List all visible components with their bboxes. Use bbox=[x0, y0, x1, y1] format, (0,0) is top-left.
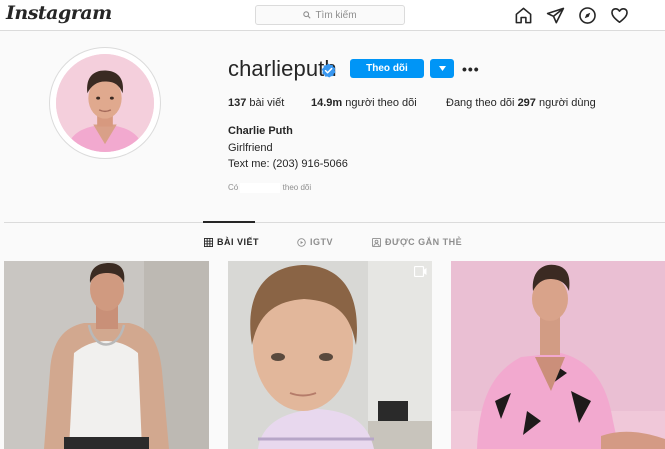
verified-badge-icon bbox=[321, 63, 336, 78]
followed-by-suffix: theo dõi bbox=[280, 183, 312, 193]
following-label: người dùng bbox=[535, 97, 596, 109]
tab-igtv[interactable]: IGTV bbox=[297, 237, 333, 247]
instagram-logo[interactable]: Instagram bbox=[6, 2, 112, 24]
post-thumbnail[interactable] bbox=[451, 261, 665, 449]
avatar-photo bbox=[56, 54, 154, 152]
chevron-down-icon bbox=[438, 66, 446, 71]
tab-tagged[interactable]: ĐƯỢC GẮN THẺ bbox=[372, 237, 462, 247]
profile-avatar[interactable] bbox=[49, 47, 161, 159]
igtv-icon bbox=[297, 237, 306, 247]
followed-by-prefix: Có bbox=[228, 183, 241, 193]
more-options-icon[interactable]: ••• bbox=[462, 61, 480, 77]
tagged-icon bbox=[372, 237, 381, 247]
following-prefix: Đang theo dõi bbox=[446, 97, 518, 109]
tab-posts-label: BÀI VIẾT bbox=[217, 237, 260, 247]
search-placeholder: Tìm kiếm bbox=[315, 9, 357, 21]
post-thumbnail[interactable] bbox=[4, 261, 209, 449]
followed-by-text[interactable]: Có theo dõi bbox=[228, 183, 311, 193]
follow-button[interactable]: Theo dõi bbox=[350, 59, 424, 78]
explore-compass-icon[interactable] bbox=[578, 6, 597, 25]
post-image bbox=[4, 261, 209, 449]
post-image bbox=[451, 261, 665, 449]
active-tab-indicator bbox=[203, 221, 255, 223]
following-stat[interactable]: Đang theo dõi 297 người dùng bbox=[446, 97, 596, 109]
direct-message-icon[interactable] bbox=[546, 6, 565, 25]
home-icon[interactable] bbox=[514, 6, 533, 25]
video-camera-icon bbox=[414, 266, 427, 277]
activity-heart-icon[interactable] bbox=[610, 6, 629, 25]
grid-icon bbox=[204, 237, 213, 247]
suggested-accounts-dropdown-button[interactable] bbox=[430, 59, 454, 78]
posts-count: 137 bbox=[228, 97, 247, 109]
search-icon bbox=[303, 11, 312, 19]
followers-count: 14.9m bbox=[311, 97, 343, 109]
posts-label: bài viết bbox=[246, 97, 285, 109]
followers-label: người theo dõi bbox=[342, 97, 417, 109]
top-navigation-bar: Instagram Tìm kiếm bbox=[0, 0, 665, 31]
posts-stat[interactable]: 137 bài viết bbox=[228, 97, 284, 109]
tab-tagged-label: ĐƯỢC GẮN THẺ bbox=[385, 237, 463, 247]
search-input[interactable]: Tìm kiếm bbox=[255, 5, 405, 25]
tab-posts[interactable]: BÀI VIẾT bbox=[204, 237, 259, 247]
profile-bio-line: Girlfriend bbox=[228, 142, 273, 154]
following-count: 297 bbox=[517, 97, 536, 109]
post-thumbnail[interactable] bbox=[228, 261, 432, 449]
profile-bio-line: Text me: (203) 916-5066 bbox=[228, 158, 348, 170]
tab-igtv-label: IGTV bbox=[310, 237, 334, 247]
followers-stat[interactable]: 14.9m người theo dõi bbox=[311, 97, 417, 109]
redacted-area bbox=[240, 183, 281, 193]
post-image bbox=[228, 261, 432, 449]
tabs-divider bbox=[4, 222, 665, 223]
profile-full-name: Charlie Puth bbox=[228, 125, 293, 137]
